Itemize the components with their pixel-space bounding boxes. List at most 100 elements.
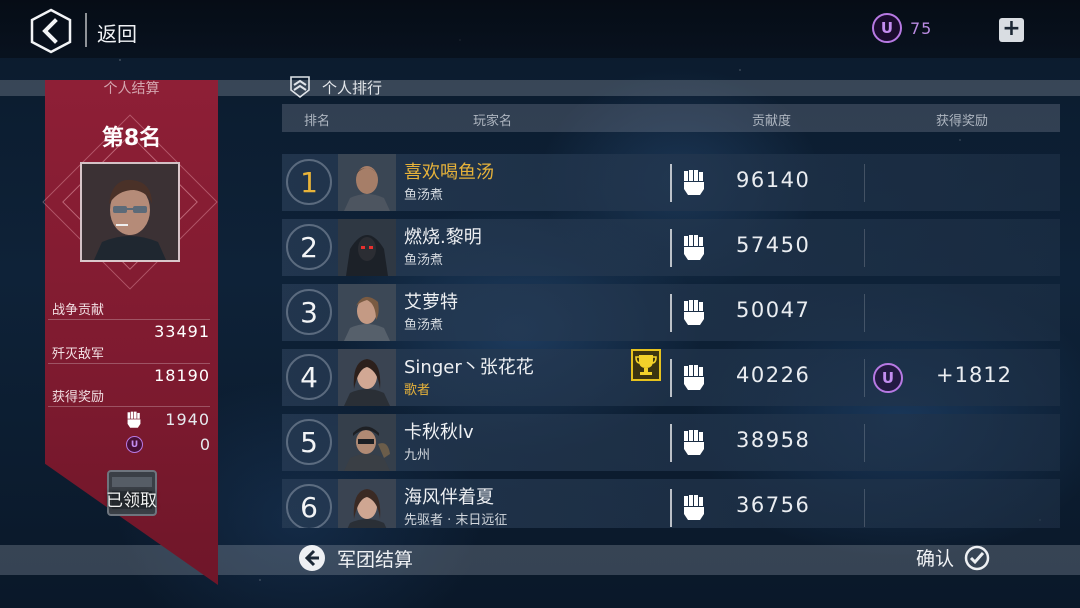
player-avatar-icon bbox=[338, 154, 396, 211]
column-divider bbox=[864, 229, 865, 267]
contribution-value: 50047 bbox=[736, 298, 811, 322]
player-portrait bbox=[338, 479, 396, 528]
contribution-value: 40226 bbox=[736, 363, 811, 387]
col-player: 玩家名 bbox=[473, 114, 513, 129]
column-divider bbox=[864, 294, 865, 332]
contribution-value: 96140 bbox=[736, 168, 811, 192]
column-divider bbox=[864, 164, 865, 202]
fist-icon bbox=[684, 495, 704, 520]
ranking-row[interactable]: 4 Singer丶张花花 歌者 40226 U +1812 bbox=[282, 349, 1060, 406]
reward-u-value: 0 bbox=[199, 435, 210, 454]
rank-number: 4 bbox=[286, 354, 332, 400]
ranking-title: 个人排行 bbox=[322, 78, 383, 97]
player-guild: 鱼汤煮 bbox=[404, 188, 444, 203]
player-avatar-icon bbox=[338, 414, 396, 471]
player-avatar-icon bbox=[338, 349, 396, 406]
ranking-row[interactable]: 3 艾萝特 鱼汤煮 50047 bbox=[282, 284, 1060, 341]
u-coin-icon: U bbox=[872, 13, 902, 43]
fist-icon bbox=[127, 411, 141, 428]
arrow-left-circle-icon bbox=[299, 545, 325, 571]
ranking-row[interactable]: 6 海风伴着夏 先驱者 · 末日远征 36756 bbox=[282, 479, 1060, 528]
player-avatar-icon bbox=[338, 219, 396, 276]
back-label[interactable]: 返回 bbox=[97, 18, 137, 47]
player-name: Singer丶张花花 bbox=[404, 357, 534, 378]
player-portrait bbox=[338, 349, 396, 406]
ranking-row[interactable]: 5 卡秋秋lv 九州 38958 bbox=[282, 414, 1060, 471]
fist-icon bbox=[684, 235, 704, 260]
column-divider bbox=[864, 489, 865, 527]
player-portrait bbox=[338, 284, 396, 341]
claimed-label: 已领取 bbox=[106, 491, 157, 511]
ranking-section-title: 个人排行 bbox=[290, 76, 382, 98]
back-separator bbox=[85, 13, 87, 47]
top-bar: 返回 U 75 + bbox=[0, 0, 1080, 58]
stat-divider bbox=[48, 363, 210, 364]
player-avatar-icon bbox=[338, 479, 396, 528]
currency-value: 75 bbox=[910, 18, 933, 38]
col-contribution: 贡献度 bbox=[752, 114, 792, 129]
contribution-value: 36756 bbox=[736, 493, 811, 517]
player-name: 喜欢喝鱼汤 bbox=[404, 162, 494, 183]
player-guild: 鱼汤煮 bbox=[404, 253, 444, 268]
confirm-button[interactable]: 确认 bbox=[916, 544, 990, 571]
column-divider bbox=[670, 489, 672, 527]
col-reward: 获得奖励 bbox=[936, 114, 989, 129]
player-name: 卡秋秋lv bbox=[404, 422, 474, 443]
column-divider bbox=[864, 359, 865, 397]
rank-number: 2 bbox=[286, 224, 332, 270]
column-divider bbox=[864, 424, 865, 462]
column-divider bbox=[670, 229, 672, 267]
player-avatar bbox=[80, 162, 180, 262]
summary-title: 个人结算 bbox=[103, 81, 160, 97]
u-coin-icon: U bbox=[126, 436, 143, 453]
rewards-label: 获得奖励 bbox=[52, 390, 105, 405]
player-portrait bbox=[338, 219, 396, 276]
player-guild: 九州 bbox=[404, 448, 431, 463]
player-name: 艾萝特 bbox=[404, 292, 458, 313]
player-name: 海风伴着夏 bbox=[404, 487, 494, 508]
rank-number: 3 bbox=[286, 289, 332, 335]
rank-number: 5 bbox=[286, 419, 332, 465]
reward-fist-value: 1940 bbox=[165, 410, 210, 429]
fist-icon bbox=[684, 170, 704, 195]
contribution-value: 57450 bbox=[736, 233, 811, 257]
player-portrait bbox=[338, 154, 396, 211]
legion-settlement-label: 军团结算 bbox=[337, 548, 414, 571]
column-divider bbox=[670, 424, 672, 462]
column-divider bbox=[670, 164, 672, 202]
back-button[interactable] bbox=[30, 8, 72, 54]
column-divider bbox=[670, 359, 672, 397]
reward-fist-row: 1940 bbox=[126, 410, 210, 429]
player-name: 燃烧.黎明 bbox=[404, 227, 482, 248]
ranking-row[interactable]: 1 喜欢喝鱼汤 鱼汤煮 96140 bbox=[282, 154, 1060, 211]
ranking-row[interactable]: 2 燃烧.黎明 鱼汤煮 57450 bbox=[282, 219, 1060, 276]
fist-icon bbox=[684, 365, 704, 390]
back-arrow-icon bbox=[30, 8, 72, 54]
rank-chevron-icon bbox=[290, 76, 310, 98]
reward-u-row: U 0 bbox=[126, 435, 210, 454]
stat-divider bbox=[48, 319, 210, 320]
trophy-icon bbox=[631, 349, 661, 381]
war-contribution-value: 33491 bbox=[154, 322, 210, 341]
rank-number: 1 bbox=[286, 159, 332, 205]
legion-settlement-button[interactable]: 军团结算 bbox=[298, 544, 413, 572]
u-coin-icon: U bbox=[873, 363, 903, 393]
ranking-table-header: 排名 玩家名 贡献度 获得奖励 bbox=[282, 104, 1060, 132]
enemies-killed-label: 歼灭敌军 bbox=[52, 347, 105, 362]
enemies-killed-value: 18190 bbox=[154, 366, 210, 385]
check-circle-icon bbox=[964, 545, 990, 570]
column-divider bbox=[670, 294, 672, 332]
fist-icon bbox=[684, 430, 704, 455]
player-portrait-icon bbox=[82, 164, 178, 260]
player-portrait bbox=[338, 414, 396, 471]
player-guild: 先驱者 · 末日远征 bbox=[404, 513, 508, 528]
contribution-value: 38958 bbox=[736, 428, 811, 452]
col-rank: 排名 bbox=[304, 114, 331, 129]
player-guild: 歌者 bbox=[404, 383, 431, 398]
add-currency-button[interactable]: + bbox=[999, 18, 1024, 42]
confirm-label: 确认 bbox=[916, 548, 955, 570]
player-guild: 鱼汤煮 bbox=[404, 318, 444, 333]
rank-number: 6 bbox=[286, 484, 332, 528]
stat-divider bbox=[48, 406, 210, 407]
currency-display: U 75 bbox=[872, 13, 932, 43]
